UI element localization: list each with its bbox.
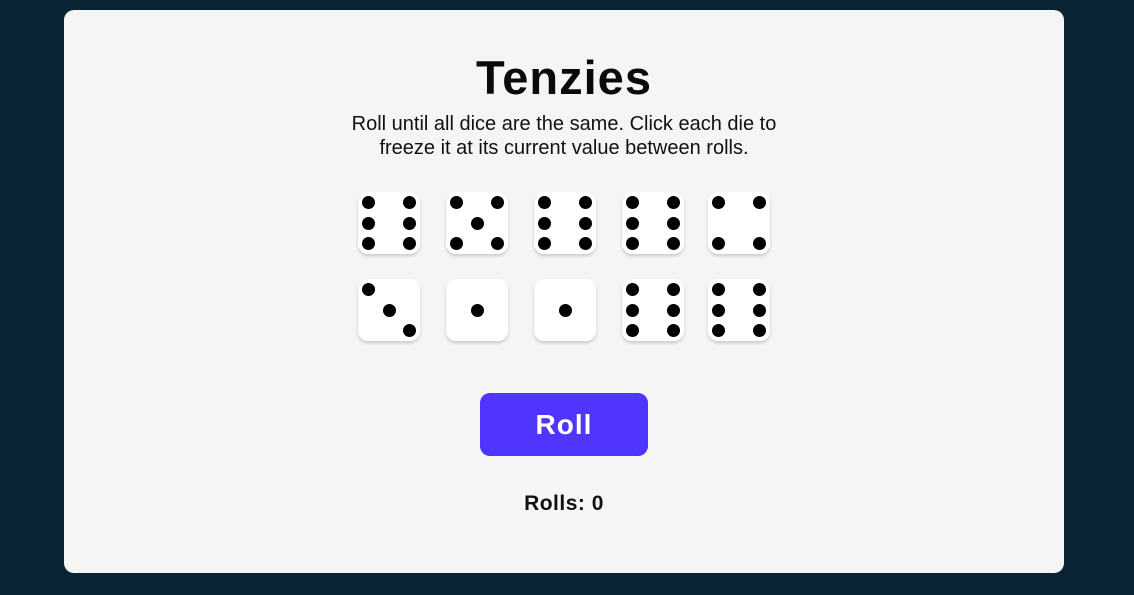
die-pip bbox=[712, 303, 725, 317]
die-pip bbox=[753, 237, 766, 250]
die-pip bbox=[712, 237, 725, 250]
die-pip bbox=[753, 324, 766, 337]
die-pip bbox=[382, 303, 396, 317]
die-pip bbox=[753, 303, 766, 317]
instructions-line-1: Roll until all dice are the same. Click … bbox=[351, 113, 777, 135]
die-pip bbox=[712, 196, 725, 209]
die-pip bbox=[450, 196, 463, 209]
die-six[interactable] bbox=[534, 192, 596, 254]
die-pip bbox=[470, 303, 484, 317]
die-four[interactable] bbox=[708, 192, 770, 254]
die-pip bbox=[470, 216, 484, 230]
die-five[interactable] bbox=[446, 192, 508, 254]
die-one[interactable] bbox=[446, 279, 508, 341]
instructions-text: Roll until all dice are the same. Click … bbox=[324, 112, 804, 160]
die-pip bbox=[667, 324, 680, 337]
die-pip bbox=[626, 303, 639, 317]
die-pip bbox=[579, 196, 592, 209]
instructions-line-2: freeze it at its current value between r… bbox=[379, 137, 749, 159]
die-pip bbox=[538, 196, 551, 209]
die-pip bbox=[362, 196, 375, 209]
die-one[interactable] bbox=[534, 279, 596, 341]
die-pip bbox=[579, 216, 592, 230]
die-pip bbox=[362, 216, 375, 230]
die-pip bbox=[362, 237, 375, 250]
die-pip bbox=[753, 196, 766, 209]
die-pip bbox=[403, 324, 416, 337]
die-pip bbox=[753, 283, 766, 296]
die-pip bbox=[667, 237, 680, 250]
die-pip bbox=[403, 196, 416, 209]
die-pip bbox=[626, 216, 639, 230]
rolls-counter: Rolls: 0 bbox=[524, 492, 604, 515]
die-pip bbox=[538, 237, 551, 250]
die-six[interactable] bbox=[358, 192, 420, 254]
die-pip bbox=[538, 216, 551, 230]
die-pip bbox=[403, 237, 416, 250]
page-title: Tenzies bbox=[476, 51, 652, 104]
die-pip bbox=[362, 283, 375, 296]
die-pip bbox=[712, 283, 725, 296]
roll-button[interactable]: Roll bbox=[480, 393, 648, 456]
die-pip bbox=[579, 237, 592, 250]
die-pip bbox=[626, 237, 639, 250]
die-three[interactable] bbox=[358, 279, 420, 341]
die-six[interactable] bbox=[708, 279, 770, 341]
game-card: Tenzies Roll until all dice are the same… bbox=[64, 10, 1064, 573]
die-pip bbox=[626, 283, 639, 296]
die-six[interactable] bbox=[622, 192, 684, 254]
dice-grid bbox=[358, 192, 770, 342]
die-pip bbox=[667, 216, 680, 230]
die-pip bbox=[667, 303, 680, 317]
die-pip bbox=[712, 324, 725, 337]
die-pip bbox=[491, 237, 504, 250]
die-pip bbox=[491, 196, 504, 209]
die-pip bbox=[667, 283, 680, 296]
die-pip bbox=[450, 237, 463, 250]
die-pip bbox=[626, 196, 639, 209]
die-six[interactable] bbox=[622, 279, 684, 341]
die-pip bbox=[403, 216, 416, 230]
die-pip bbox=[626, 324, 639, 337]
die-pip bbox=[558, 303, 572, 317]
die-pip bbox=[667, 196, 680, 209]
